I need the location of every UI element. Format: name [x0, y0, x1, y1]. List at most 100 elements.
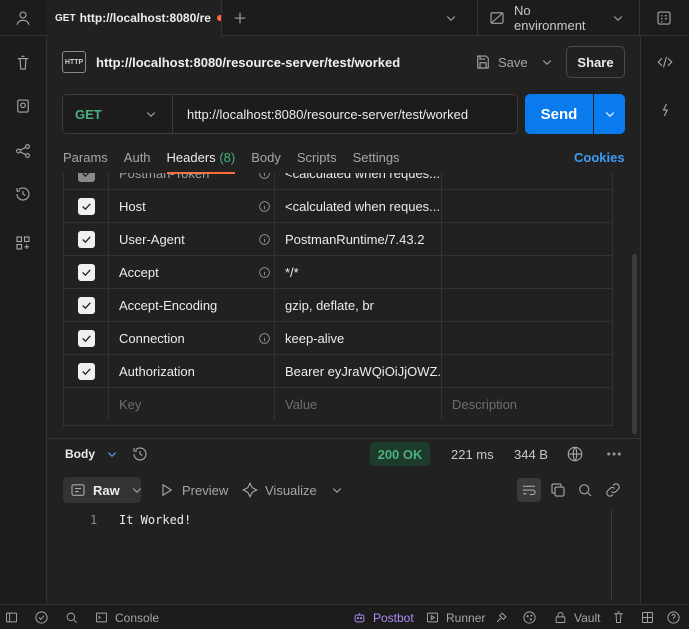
header-description[interactable] [443, 223, 612, 255]
tab-params[interactable]: Params [63, 148, 108, 174]
response-text[interactable]: It Worked! [119, 513, 191, 527]
header-checkbox[interactable] [77, 230, 95, 248]
send-button[interactable]: Send [525, 94, 593, 134]
cookies-link[interactable]: Cookies [574, 150, 625, 165]
more-icon[interactable] [603, 444, 625, 464]
response-toolbar: Raw Preview Visualize [63, 477, 625, 505]
environments-icon[interactable] [12, 95, 34, 117]
header-key[interactable]: Accept-Encoding [110, 289, 275, 321]
request-title[interactable]: http://localhost:8080/resource-server/te… [96, 55, 400, 70]
online-status-icon[interactable] [34, 605, 49, 629]
response-body[interactable]: 1 It Worked! [63, 510, 625, 600]
runner-button[interactable]: Runner [425, 605, 485, 629]
header-key[interactable]: Host [110, 190, 275, 222]
flows-icon[interactable] [12, 140, 34, 162]
table-row: Accept */* [64, 256, 612, 289]
code-icon[interactable] [654, 51, 676, 73]
copy-icon[interactable] [547, 479, 569, 501]
vault-button[interactable]: Vault [553, 605, 600, 629]
tab-headers[interactable]: Headers (8) [166, 148, 236, 174]
preview-button[interactable]: Preview [157, 477, 228, 503]
layout-icon[interactable] [640, 605, 655, 629]
save-button[interactable]: Save [474, 50, 528, 74]
history-icon[interactable] [130, 444, 150, 464]
header-value[interactable]: <calculated when reques... [276, 173, 442, 189]
apps-icon[interactable] [12, 232, 34, 254]
header-value[interactable]: gzip, deflate, br [276, 289, 442, 321]
header-checkbox[interactable] [77, 296, 95, 314]
chevron-down-icon[interactable] [440, 7, 462, 29]
help-icon[interactable] [666, 605, 681, 629]
new-header-description[interactable]: Description [443, 388, 612, 420]
scrollbar[interactable] [632, 254, 637, 434]
header-description[interactable] [443, 289, 612, 321]
format-select[interactable]: Raw [63, 477, 141, 503]
plus-icon[interactable] [229, 7, 251, 29]
panel-divider[interactable] [47, 438, 640, 439]
header-value[interactable]: keep-alive [276, 322, 442, 354]
header-checkbox[interactable] [77, 197, 95, 215]
response-size[interactable]: 344 B [514, 447, 548, 462]
trash-icon[interactable] [12, 52, 34, 74]
header-key[interactable]: User-Agent [110, 223, 275, 255]
url-input[interactable]: http://localhost:8080/resource-server/te… [173, 95, 517, 133]
postbot-button[interactable]: Postbot [352, 605, 414, 629]
status-badge[interactable]: 200 OK [370, 442, 430, 466]
header-key[interactable]: Authorization [110, 355, 275, 387]
history-icon[interactable] [12, 183, 34, 205]
tab-body[interactable]: Body [251, 148, 281, 174]
header-value[interactable]: */* [276, 256, 442, 288]
header-value[interactable]: Bearer eyJraWQiOiJjOWZ... [276, 355, 442, 387]
trash-icon[interactable] [611, 605, 626, 629]
header-description[interactable] [443, 355, 612, 387]
header-key[interactable]: Accept [110, 256, 275, 288]
chevron-down-icon[interactable] [102, 444, 122, 464]
chevron-down-icon[interactable] [327, 480, 347, 500]
info-icon[interactable] [257, 232, 271, 246]
header-description[interactable] [443, 173, 612, 189]
visualize-button[interactable]: Visualize [241, 477, 317, 503]
header-key[interactable]: Connection [110, 322, 275, 354]
method-select[interactable]: GET [63, 95, 173, 133]
info-icon[interactable] [257, 173, 271, 180]
tab-auth[interactable]: Auth [124, 148, 151, 174]
info-icon[interactable] [257, 199, 271, 213]
header-key[interactable]: Postman-Token [110, 173, 275, 189]
wrap-lines-icon[interactable] [517, 478, 541, 502]
header-description[interactable] [443, 190, 612, 222]
header-checkbox[interactable] [77, 173, 95, 182]
new-header-key[interactable]: Key [110, 388, 275, 420]
console-button[interactable]: Console [94, 605, 159, 629]
chevron-down-icon[interactable] [594, 94, 625, 134]
globe-icon[interactable] [565, 444, 585, 464]
info-icon[interactable] [257, 331, 271, 345]
tab-scripts[interactable]: Scripts [297, 148, 337, 174]
new-header-value[interactable]: Value [276, 388, 442, 420]
header-description[interactable] [443, 256, 612, 288]
link-icon[interactable] [602, 479, 624, 501]
toggle-sidebar-icon[interactable] [4, 605, 19, 629]
related-icon[interactable] [654, 99, 676, 121]
chevron-down-icon[interactable] [537, 50, 557, 74]
request-tab[interactable]: GET http://localhost:8080/re [47, 0, 222, 36]
response-body-label[interactable]: Body [65, 447, 95, 461]
header-value[interactable]: PostmanRuntime/7.43.2 [276, 223, 442, 255]
search-icon[interactable] [64, 605, 79, 629]
response-time[interactable]: 221 ms [451, 447, 494, 462]
header-value[interactable]: <calculated when reques... [276, 190, 442, 222]
capture-icon[interactable] [494, 605, 509, 629]
share-button[interactable]: Share [566, 46, 625, 78]
environment-quick-look-icon[interactable] [652, 7, 676, 29]
tab-settings[interactable]: Settings [353, 148, 400, 174]
header-checkbox[interactable] [77, 329, 95, 347]
tab-title: http://localhost:8080/re [79, 11, 211, 25]
checkbox-cell [64, 190, 109, 222]
header-checkbox[interactable] [77, 362, 95, 380]
search-icon[interactable] [574, 479, 596, 501]
header-checkbox[interactable] [77, 263, 95, 281]
user-icon[interactable] [12, 7, 34, 29]
header-description[interactable] [443, 322, 612, 354]
info-icon[interactable] [257, 265, 271, 279]
environment-selector[interactable]: No environment [477, 0, 640, 36]
cookie-icon[interactable] [522, 605, 537, 629]
